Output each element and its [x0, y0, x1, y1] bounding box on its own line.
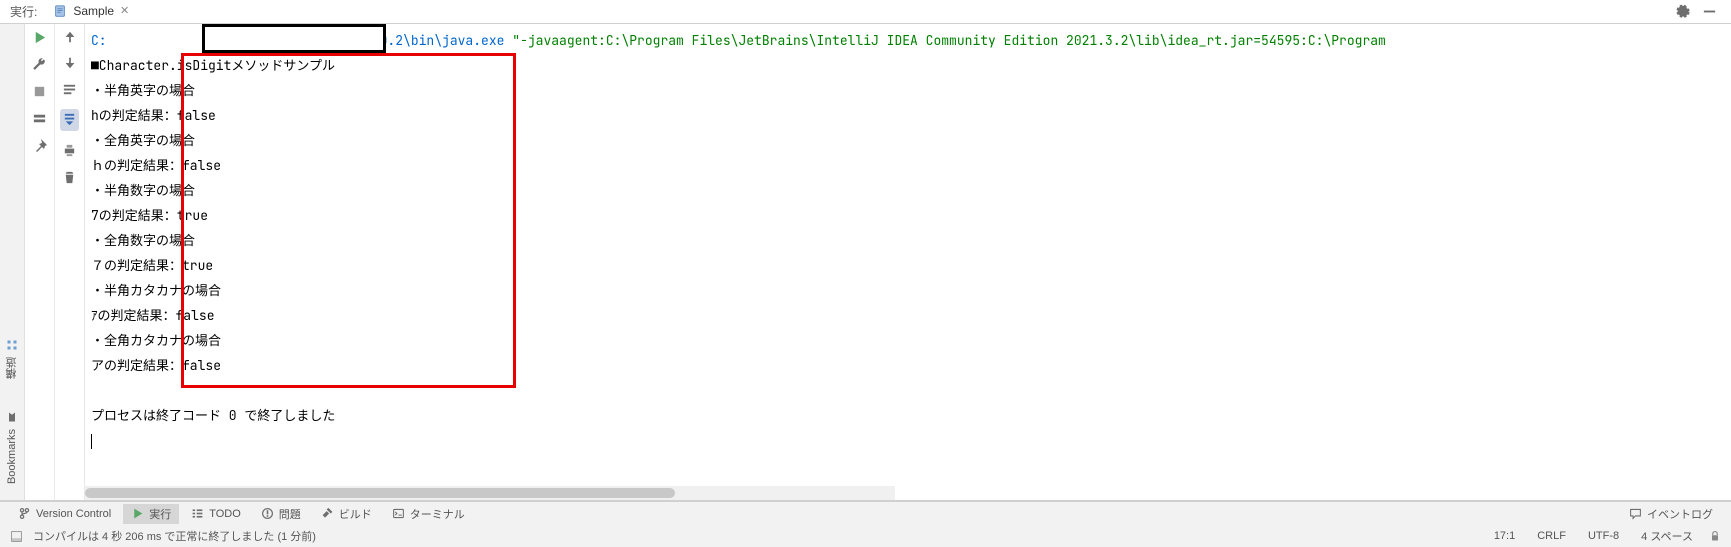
- redaction-box: [202, 24, 386, 53]
- indent-setting[interactable]: 4 スペース: [1635, 528, 1699, 544]
- bookmarks-tool-button[interactable]: Bookmarks: [6, 405, 18, 490]
- version-control-button[interactable]: Version Control: [10, 505, 119, 522]
- play-icon: [131, 507, 144, 520]
- run-tool-header: 実行: Sample ✕: [0, 0, 1731, 24]
- output-line: ・半角カタカナの場合: [91, 282, 221, 299]
- output-line: ・全角カタカナの場合: [91, 332, 221, 349]
- file-encoding[interactable]: UTF-8: [1582, 530, 1625, 542]
- speech-bubble-icon: [1629, 507, 1642, 520]
- output-line: アの判定結果：false: [91, 357, 221, 374]
- console-text: C:XXXXXXXXXXXXXXXXXXXXXXXXXpenjdk-17.0.2…: [85, 24, 1731, 461]
- scroll-to-end-icon: [62, 111, 77, 126]
- problems-button[interactable]: 問題: [253, 504, 309, 524]
- main-area: 構造 Bookmarks C:XXXXXXXXXXXXXXXXXXXXXXXXX…: [0, 24, 1731, 501]
- output-line: ７の判定結果：true: [91, 257, 213, 274]
- console-output[interactable]: C:XXXXXXXXXXXXXXXXXXXXXXXXXpenjdk-17.0.2…: [85, 24, 1731, 500]
- tab-label: Sample: [73, 4, 114, 18]
- bookmark-icon: [6, 411, 18, 423]
- terminal-icon: [392, 507, 405, 520]
- clear-icon[interactable]: [62, 170, 77, 185]
- output-line: ｱの判定結果：false: [91, 307, 215, 324]
- run-button[interactable]: 実行: [123, 504, 179, 524]
- output-line: ■Character.isDigitメソッドサンプル: [91, 57, 335, 74]
- output-line: ・半角英字の場合: [91, 82, 195, 99]
- wrench-icon[interactable]: [32, 57, 47, 72]
- minimize-icon[interactable]: [1702, 4, 1717, 19]
- cmd-path-prefix: C:: [91, 32, 107, 49]
- soft-wrap-icon[interactable]: [62, 82, 77, 97]
- cmd-args: "-javaagent:C:\Program Files\JetBrains\I…: [504, 32, 1385, 49]
- output-line: ・全角数字の場合: [91, 232, 195, 249]
- output-line: ・半角数字の場合: [91, 182, 195, 199]
- file-icon: [53, 4, 67, 18]
- status-message: コンパイルは 4 秒 206 ms で正常に終了しました (1 分前): [33, 528, 316, 544]
- output-line: ・全角英字の場合: [91, 132, 195, 149]
- stop-icon[interactable]: [32, 84, 47, 99]
- warning-icon: [261, 507, 274, 520]
- output-line: 7の判定結果：true: [91, 207, 208, 224]
- arrow-down-icon[interactable]: [63, 56, 77, 70]
- output-line: hの判定結果：false: [91, 107, 216, 124]
- caret: [91, 434, 92, 449]
- build-button[interactable]: ビルド: [313, 504, 380, 524]
- hammer-icon: [321, 507, 334, 520]
- scrollbar-thumb[interactable]: [85, 488, 675, 498]
- caret-position[interactable]: 17:1: [1488, 530, 1521, 542]
- terminal-button[interactable]: ターミナル: [384, 504, 473, 524]
- run-label: 実行:: [10, 3, 37, 20]
- structure-icon: [6, 339, 18, 351]
- run-actions-gutter: [25, 24, 55, 500]
- event-log-button[interactable]: イベントログ: [1621, 504, 1721, 524]
- output-line: ｈの判定結果：false: [91, 157, 221, 174]
- scroll-to-end-button[interactable]: [60, 109, 79, 131]
- horizontal-scrollbar[interactable]: [85, 486, 895, 500]
- bottom-tool-strip: Version Control 実行 TODO 問題 ビルド ターミナル イベン…: [0, 501, 1731, 525]
- exit-line: プロセスは終了コード 0 で終了しました: [91, 407, 335, 424]
- gear-icon[interactable]: [1675, 4, 1690, 19]
- todo-icon: [191, 507, 204, 520]
- layout-icon[interactable]: [32, 111, 47, 126]
- left-toolwindow-bar: 構造 Bookmarks: [0, 24, 25, 500]
- status-icon[interactable]: [10, 530, 23, 543]
- arrow-up-icon[interactable]: [63, 30, 77, 44]
- lock-icon[interactable]: [1709, 530, 1721, 542]
- rerun-icon[interactable]: [32, 30, 47, 45]
- status-bar: コンパイルは 4 秒 206 ms で正常に終了しました (1 分前) 17:1…: [0, 525, 1731, 547]
- structure-tool-button[interactable]: 構造: [4, 333, 20, 385]
- console-nav-gutter: [55, 24, 85, 500]
- line-separator[interactable]: CRLF: [1531, 530, 1572, 542]
- pin-icon[interactable]: [32, 138, 48, 154]
- print-icon[interactable]: [62, 143, 77, 158]
- run-tab-sample[interactable]: Sample ✕: [45, 1, 137, 23]
- close-tab-icon[interactable]: ✕: [120, 4, 129, 17]
- todo-button[interactable]: TODO: [183, 505, 249, 522]
- branch-icon: [18, 507, 31, 520]
